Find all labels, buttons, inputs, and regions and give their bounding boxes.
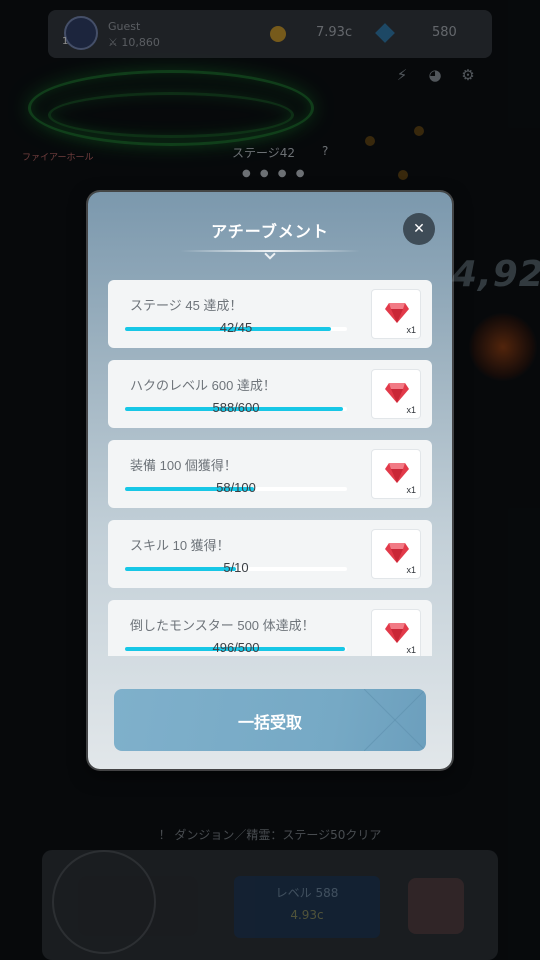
achievement-item[interactable]: スキル 10 獲得！ 5/10 x1 xyxy=(108,520,432,588)
achievement-title: 装備 100 個獲得！ xyxy=(130,458,237,473)
progress-text: 5/10 xyxy=(223,560,249,575)
reward-quantity: x1 xyxy=(406,565,416,575)
reward-quantity: x1 xyxy=(406,405,416,415)
reward-quantity: x1 xyxy=(406,645,416,655)
achievement-title: スキル 10 獲得！ xyxy=(130,538,230,553)
red-gem-icon xyxy=(385,303,409,323)
claim-all-label: 一括受取 xyxy=(237,715,302,732)
red-gem-icon xyxy=(385,623,409,643)
progress-text: 58/100 xyxy=(216,480,256,495)
achievement-item[interactable]: ステージ 45 達成！ 42/45 x1 xyxy=(108,280,432,348)
red-gem-icon xyxy=(385,383,409,403)
reward-slot[interactable]: x1 xyxy=(371,449,421,499)
reward-slot[interactable]: x1 xyxy=(371,289,421,339)
progress-text: 496/500 xyxy=(212,640,260,655)
red-gem-icon xyxy=(385,463,409,483)
red-gem-icon xyxy=(385,543,409,563)
achievement-item[interactable]: ハクのレベル 600 達成！ 588/600 x1 xyxy=(108,360,432,428)
achievement-item[interactable]: 倒したモンスター 500 体達成！ 496/500 x1 xyxy=(108,600,432,656)
achievement-title: ハクのレベル 600 達成！ xyxy=(130,378,276,393)
progress-text: 588/600 xyxy=(212,400,260,415)
reward-quantity: x1 xyxy=(406,485,416,495)
reward-slot[interactable]: x1 xyxy=(371,609,421,656)
reward-slot[interactable]: x1 xyxy=(371,369,421,419)
reward-quantity: x1 xyxy=(406,325,416,335)
claim-all-button[interactable]: 一括受取 xyxy=(114,689,426,751)
progress-text: 42/45 xyxy=(219,320,253,335)
achievement-modal: アチーブメント ✕ ステージ 45 達成！ 42/45 x1 ハクのレベル 600 達… xyxy=(88,192,452,769)
achievement-title: 倒したモンスター 500 体達成！ xyxy=(130,618,315,633)
modal-title: アチーブメント xyxy=(211,224,329,241)
close-button[interactable]: ✕ xyxy=(403,213,435,245)
achievement-list[interactable]: ステージ 45 達成！ 42/45 x1 ハクのレベル 600 達成！ 588/600 x… xyxy=(108,280,432,656)
reward-slot[interactable]: x1 xyxy=(371,529,421,579)
achievement-item[interactable]: 装備 100 個獲得！ 58/100 x1 xyxy=(108,440,432,508)
achievement-title: ステージ 45 達成！ xyxy=(130,298,243,313)
